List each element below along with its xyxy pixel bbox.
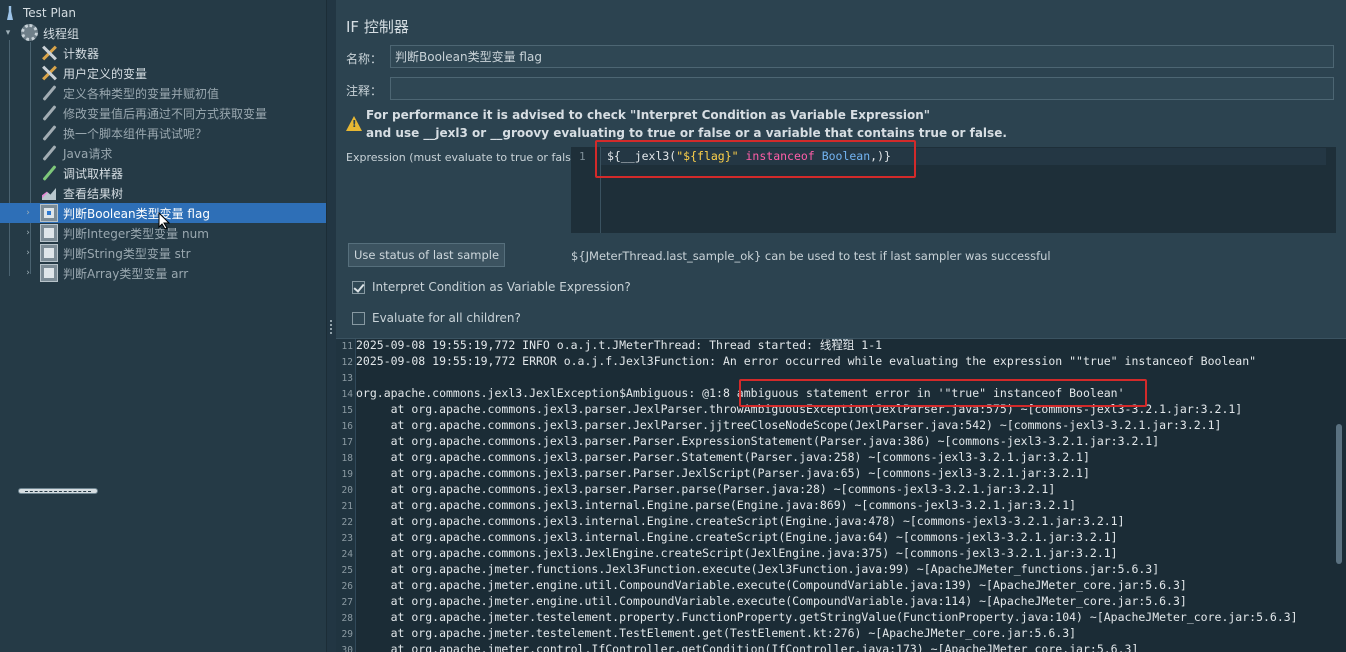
log-line: 21 at org.apache.commons.jexl3.internal.… [341, 498, 1077, 512]
chevron-down-icon[interactable]: ▾ [3, 28, 13, 38]
tree-item-test-plan[interactable]: Test Plan [0, 3, 326, 23]
pen-icon [40, 124, 58, 142]
chevron-right-icon[interactable]: › [23, 248, 33, 258]
hint-text: ${JMeterThread.last_sample_ok} can be us… [571, 249, 1051, 263]
log-line: 24 at org.apache.commons.jexl3.JexlEngin… [341, 546, 1118, 560]
log-line: 27 at org.apache.jmeter.engine.util.Comp… [341, 594, 1187, 608]
if-controller-icon [40, 244, 58, 262]
log-line: 20 at org.apache.commons.jexl3.parser.Pa… [341, 482, 1056, 496]
splitter-grip-icon [330, 320, 333, 334]
if-controller-panel: IF 控制器 名称： 注释： For performance it is adv… [336, 0, 1346, 338]
warning-icon [346, 116, 362, 131]
chart-icon [40, 184, 58, 202]
tree-item-if-string[interactable]: › 判断String类型变量 str [0, 243, 326, 263]
log-line: 17 at org.apache.commons.jexl3.parser.Pa… [341, 434, 1160, 448]
log-line: 11 2025-09-08 19:55:19,772 INFO o.a.j.t.J… [341, 338, 883, 352]
tree-item-sampler[interactable]: 换一个脚本组件再试试呢？ [0, 123, 326, 143]
checkbox-label: Interpret Condition as Variable Expressi… [372, 280, 631, 294]
log-line: 16 at org.apache.commons.jexl3.parser.Je… [341, 418, 1222, 432]
evaluate-all-children-checkbox-row[interactable]: Evaluate for all children? [352, 311, 521, 325]
tree-item-view-results-tree[interactable]: 查看结果树 [0, 183, 326, 203]
comment-label: 注释： [346, 84, 383, 98]
pen-icon [40, 84, 58, 102]
tree-item-if-array[interactable]: › 判断Array类型变量 arr [0, 263, 326, 283]
chevron-right-icon[interactable]: › [23, 228, 33, 238]
log-line: 25 at org.apache.jmeter.functions.Jexl3F… [341, 562, 1160, 576]
log-line: 23 at org.apache.commons.jexl3.internal.… [341, 530, 1118, 544]
highlight-box [739, 379, 1147, 407]
log-line: 22 at org.apache.commons.jexl3.internal.… [341, 514, 1125, 528]
name-label: 名称： [346, 52, 383, 66]
pen-icon [40, 104, 58, 122]
if-controller-icon [40, 224, 58, 242]
tree-item-debug-sampler[interactable]: 调试取样器 [0, 163, 326, 183]
if-controller-icon [40, 204, 58, 222]
use-status-of-last-sample-button[interactable]: Use status of last sample [348, 243, 505, 267]
log-line: 12 2025-09-08 19:55:19,772 ERROR o.a.j.f.… [341, 354, 1257, 368]
test-plan-tree: Test Plan ▾ 线程组 计数器 用户定义的变量 定义各种类型的变量并赋初… [0, 0, 326, 652]
pane-splitter[interactable] [326, 0, 336, 652]
panel-title: IF 控制器 [346, 18, 409, 36]
log-line: 28 at org.apache.jmeter.testelement.prop… [341, 610, 1298, 624]
tree-item-sampler[interactable]: 修改变量值后再通过不同方式获取变量 [0, 103, 326, 123]
tree-item-java-request[interactable]: Java请求 [0, 143, 326, 163]
chevron-right-icon[interactable]: › [23, 208, 33, 218]
tree-item-user-defined-variables[interactable]: 用户定义的变量 [0, 63, 326, 83]
if-controller-icon [40, 264, 58, 282]
tools-icon [40, 44, 58, 62]
tree-item-counter[interactable]: 计数器 [0, 43, 326, 63]
checkbox-label: Evaluate for all children? [372, 311, 521, 325]
chevron-right-icon[interactable]: › [23, 268, 33, 278]
interpret-condition-checkbox[interactable] [352, 280, 365, 294]
comment-input[interactable] [390, 77, 1334, 100]
tools-icon [40, 64, 58, 82]
pen-icon [40, 164, 58, 182]
expression-label: Expression (must evaluate to true or fal… [346, 151, 582, 164]
log-viewer[interactable]: 11 2025-09-08 19:55:19,772 INFO o.a.j.t.J… [336, 338, 1346, 652]
highlight-box [595, 140, 916, 178]
log-scrollbar[interactable] [1336, 424, 1342, 564]
drag-handle[interactable] [18, 488, 98, 494]
mouse-cursor-icon [158, 212, 170, 230]
interpret-condition-checkbox-row[interactable]: Interpret Condition as Variable Expressi… [352, 280, 631, 294]
log-line: 29 at org.apache.jmeter.testelement.Test… [341, 626, 1077, 640]
warning-text: For performance it is advised to check "… [366, 108, 931, 122]
warning-text: and use __jexl3 or __groovy evaluating t… [366, 126, 1007, 140]
log-line: 19 at org.apache.commons.jexl3.parser.Pa… [341, 466, 1090, 480]
name-input[interactable] [390, 45, 1334, 68]
log-line: 18 at org.apache.commons.jexl3.parser.Pa… [341, 450, 1090, 464]
pen-icon [40, 144, 58, 162]
evaluate-all-children-checkbox[interactable] [352, 311, 365, 325]
tree-item-thread-group[interactable]: ▾ 线程组 [0, 23, 326, 43]
log-line: 30 at org.apache.jmeter.control.IfContro… [341, 642, 1139, 652]
log-line: 26 at org.apache.jmeter.engine.util.Comp… [341, 578, 1187, 592]
line-number: 1 [579, 150, 586, 163]
flask-icon [2, 4, 20, 22]
tree-item-sampler[interactable]: 定义各种类型的变量并赋初值 [0, 83, 326, 103]
gear-icon [21, 24, 38, 41]
